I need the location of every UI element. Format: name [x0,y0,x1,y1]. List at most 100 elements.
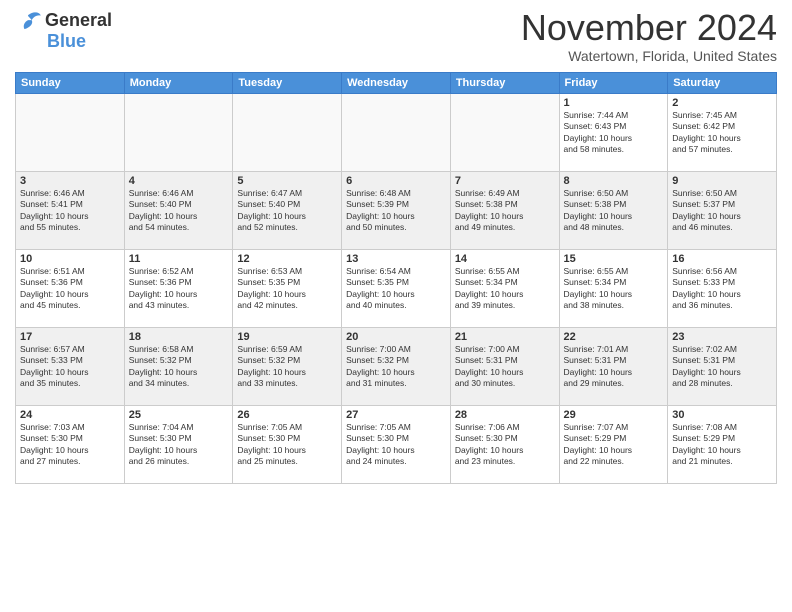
calendar-cell: 11Sunrise: 6:52 AMSunset: 5:36 PMDayligh… [124,250,233,328]
day-info: Sunrise: 7:01 AMSunset: 5:31 PMDaylight:… [564,344,664,390]
day-info: Sunrise: 7:00 AMSunset: 5:31 PMDaylight:… [455,344,555,390]
calendar-cell: 16Sunrise: 6:56 AMSunset: 5:33 PMDayligh… [668,250,777,328]
calendar-cell: 17Sunrise: 6:57 AMSunset: 5:33 PMDayligh… [16,328,125,406]
day-number: 26 [237,409,337,421]
day-info: Sunrise: 6:46 AMSunset: 5:40 PMDaylight:… [129,188,229,234]
calendar-cell: 8Sunrise: 6:50 AMSunset: 5:38 PMDaylight… [559,172,668,250]
calendar-cell: 1Sunrise: 7:44 AMSunset: 6:43 PMDaylight… [559,94,668,172]
day-number: 18 [129,331,229,343]
calendar-cell: 30Sunrise: 7:08 AMSunset: 5:29 PMDayligh… [668,406,777,484]
calendar-cell: 25Sunrise: 7:04 AMSunset: 5:30 PMDayligh… [124,406,233,484]
day-info: Sunrise: 6:46 AMSunset: 5:41 PMDaylight:… [20,188,120,234]
calendar-cell [16,94,125,172]
month-title: November 2024 [521,10,777,46]
calendar-cell: 28Sunrise: 7:06 AMSunset: 5:30 PMDayligh… [450,406,559,484]
calendar-cell: 14Sunrise: 6:55 AMSunset: 5:34 PMDayligh… [450,250,559,328]
day-number: 5 [237,175,337,187]
day-info: Sunrise: 6:48 AMSunset: 5:39 PMDaylight:… [346,188,446,234]
calendar-cell: 4Sunrise: 6:46 AMSunset: 5:40 PMDaylight… [124,172,233,250]
calendar-cell: 23Sunrise: 7:02 AMSunset: 5:31 PMDayligh… [668,328,777,406]
day-number: 28 [455,409,555,421]
calendar-cell: 27Sunrise: 7:05 AMSunset: 5:30 PMDayligh… [342,406,451,484]
day-number: 10 [20,253,120,265]
day-number: 21 [455,331,555,343]
day-number: 8 [564,175,664,187]
logo-bird-icon [15,11,43,31]
day-info: Sunrise: 6:52 AMSunset: 5:36 PMDaylight:… [129,266,229,312]
calendar-cell: 9Sunrise: 6:50 AMSunset: 5:37 PMDaylight… [668,172,777,250]
logo: General Blue [15,10,112,52]
calendar-cell: 20Sunrise: 7:00 AMSunset: 5:32 PMDayligh… [342,328,451,406]
calendar-cell [124,94,233,172]
calendar-cell: 24Sunrise: 7:03 AMSunset: 5:30 PMDayligh… [16,406,125,484]
day-number: 3 [20,175,120,187]
day-number: 11 [129,253,229,265]
day-info: Sunrise: 7:44 AMSunset: 6:43 PMDaylight:… [564,110,664,156]
day-info: Sunrise: 6:49 AMSunset: 5:38 PMDaylight:… [455,188,555,234]
day-info: Sunrise: 7:05 AMSunset: 5:30 PMDaylight:… [237,422,337,468]
day-number: 16 [672,253,772,265]
calendar-header-row: SundayMondayTuesdayWednesdayThursdayFrid… [16,73,777,94]
calendar-header-wednesday: Wednesday [342,73,451,94]
day-info: Sunrise: 6:58 AMSunset: 5:32 PMDaylight:… [129,344,229,390]
calendar-cell: 3Sunrise: 6:46 AMSunset: 5:41 PMDaylight… [16,172,125,250]
calendar-header-sunday: Sunday [16,73,125,94]
calendar-header-monday: Monday [124,73,233,94]
calendar-cell: 2Sunrise: 7:45 AMSunset: 6:42 PMDaylight… [668,94,777,172]
day-number: 7 [455,175,555,187]
day-info: Sunrise: 6:56 AMSunset: 5:33 PMDaylight:… [672,266,772,312]
calendar-cell: 21Sunrise: 7:00 AMSunset: 5:31 PMDayligh… [450,328,559,406]
day-number: 17 [20,331,120,343]
day-number: 12 [237,253,337,265]
day-info: Sunrise: 6:53 AMSunset: 5:35 PMDaylight:… [237,266,337,312]
calendar-cell: 7Sunrise: 6:49 AMSunset: 5:38 PMDaylight… [450,172,559,250]
calendar-cell: 13Sunrise: 6:54 AMSunset: 5:35 PMDayligh… [342,250,451,328]
day-info: Sunrise: 7:04 AMSunset: 5:30 PMDaylight:… [129,422,229,468]
calendar-cell: 5Sunrise: 6:47 AMSunset: 5:40 PMDaylight… [233,172,342,250]
calendar-cell: 29Sunrise: 7:07 AMSunset: 5:29 PMDayligh… [559,406,668,484]
day-info: Sunrise: 7:07 AMSunset: 5:29 PMDaylight:… [564,422,664,468]
calendar-cell [342,94,451,172]
day-number: 9 [672,175,772,187]
logo-blue: Blue [47,31,86,52]
day-info: Sunrise: 6:47 AMSunset: 5:40 PMDaylight:… [237,188,337,234]
calendar-cell: 10Sunrise: 6:51 AMSunset: 5:36 PMDayligh… [16,250,125,328]
calendar-week-2: 3Sunrise: 6:46 AMSunset: 5:41 PMDaylight… [16,172,777,250]
day-number: 6 [346,175,446,187]
calendar-header-saturday: Saturday [668,73,777,94]
day-number: 22 [564,331,664,343]
day-info: Sunrise: 7:00 AMSunset: 5:32 PMDaylight:… [346,344,446,390]
day-info: Sunrise: 7:02 AMSunset: 5:31 PMDaylight:… [672,344,772,390]
day-info: Sunrise: 6:51 AMSunset: 5:36 PMDaylight:… [20,266,120,312]
day-number: 30 [672,409,772,421]
day-info: Sunrise: 6:50 AMSunset: 5:37 PMDaylight:… [672,188,772,234]
day-number: 13 [346,253,446,265]
calendar-header-thursday: Thursday [450,73,559,94]
calendar-cell [233,94,342,172]
day-info: Sunrise: 7:45 AMSunset: 6:42 PMDaylight:… [672,110,772,156]
day-info: Sunrise: 6:55 AMSunset: 5:34 PMDaylight:… [455,266,555,312]
day-info: Sunrise: 7:03 AMSunset: 5:30 PMDaylight:… [20,422,120,468]
calendar-cell: 6Sunrise: 6:48 AMSunset: 5:39 PMDaylight… [342,172,451,250]
day-number: 14 [455,253,555,265]
calendar-cell: 26Sunrise: 7:05 AMSunset: 5:30 PMDayligh… [233,406,342,484]
calendar-header-friday: Friday [559,73,668,94]
location: Watertown, Florida, United States [521,48,777,64]
page: General Blue November 2024 Watertown, Fl… [0,0,792,612]
day-number: 23 [672,331,772,343]
day-info: Sunrise: 6:57 AMSunset: 5:33 PMDaylight:… [20,344,120,390]
calendar-header-tuesday: Tuesday [233,73,342,94]
title-section: November 2024 Watertown, Florida, United… [521,10,777,64]
calendar-cell: 15Sunrise: 6:55 AMSunset: 5:34 PMDayligh… [559,250,668,328]
header: General Blue November 2024 Watertown, Fl… [15,10,777,64]
day-number: 24 [20,409,120,421]
day-number: 27 [346,409,446,421]
day-number: 4 [129,175,229,187]
day-info: Sunrise: 6:54 AMSunset: 5:35 PMDaylight:… [346,266,446,312]
day-info: Sunrise: 7:06 AMSunset: 5:30 PMDaylight:… [455,422,555,468]
calendar-week-4: 17Sunrise: 6:57 AMSunset: 5:33 PMDayligh… [16,328,777,406]
day-number: 2 [672,97,772,109]
day-number: 20 [346,331,446,343]
calendar-cell: 19Sunrise: 6:59 AMSunset: 5:32 PMDayligh… [233,328,342,406]
logo-general: General [45,10,112,31]
